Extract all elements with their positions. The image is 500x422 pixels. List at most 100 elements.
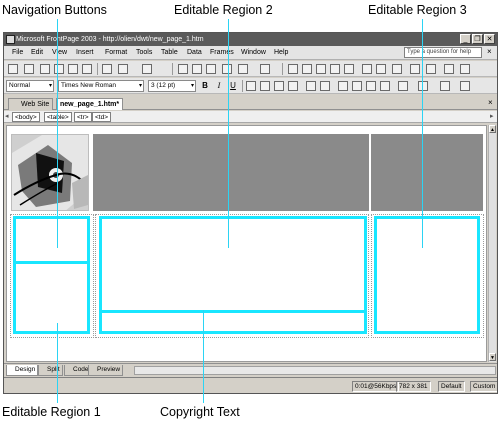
web-component-icon[interactable] [288,64,298,74]
increase-font-icon[interactable] [306,81,316,91]
font-color-icon[interactable] [440,81,450,91]
tab-web-site[interactable]: Web Site [8,98,54,110]
bold-button[interactable]: B [200,81,210,91]
quick-tag-body[interactable]: <body> [12,112,40,122]
download-time: 0:01@56Kbps [352,381,400,392]
vertical-scrollbar[interactable]: ▲ ▼ [488,125,496,362]
copy-icon[interactable] [192,64,202,74]
menu-insert[interactable]: Insert [76,48,94,58]
align-center-icon[interactable] [260,81,270,91]
preview-icon[interactable] [102,64,112,74]
logo-image [11,134,89,211]
spelling-icon[interactable] [118,64,128,74]
decrease-indent-icon[interactable] [366,81,376,91]
toolbar-options-icon[interactable] [460,81,470,91]
underline-button[interactable]: U [228,81,238,91]
open-icon[interactable] [24,64,34,74]
toolbar-options-icon[interactable] [460,64,470,74]
help-icon[interactable] [444,64,454,74]
header-right-cell [371,134,483,211]
callout-editable-region-1: Editable Region 1 [2,405,101,419]
stop-icon[interactable] [392,64,402,74]
refresh-icon[interactable] [376,64,386,74]
tab-preview[interactable]: Preview [88,365,124,376]
menu-data[interactable]: Data [187,48,202,58]
font-dropdown[interactable]: Times New Roman ▾ [58,80,144,92]
scroll-down-icon[interactable]: ▼ [489,353,496,361]
font-size-value: 3 (12 pt) [151,82,176,89]
tab-split[interactable]: Split [38,365,63,376]
minimize-button[interactable]: _ [460,34,471,44]
print-icon[interactable] [82,64,92,74]
bullets-icon[interactable] [352,81,362,91]
toolbar-separator [242,80,243,92]
publish-icon[interactable] [68,64,78,74]
toolbar-separator [97,63,98,75]
design-pane[interactable] [6,125,487,362]
close-tab-icon[interactable]: × [488,98,493,107]
menu-format[interactable]: Format [105,48,127,58]
highlight-icon[interactable] [418,81,428,91]
menu-tools[interactable]: Tools [136,48,152,58]
research-icon[interactable] [142,64,152,74]
leader-editable-region-2 [228,19,229,248]
ask-question-field[interactable]: Type a question for help [404,47,482,58]
status-mode-default[interactable]: Default [438,381,465,392]
font-size-dropdown[interactable]: 3 (12 pt) ▾ [148,80,196,92]
search-icon[interactable] [54,64,64,74]
style-dropdown[interactable]: Normal ▾ [6,80,54,92]
menu-edit[interactable]: Edit [31,48,43,58]
close-button[interactable]: ✕ [484,34,495,44]
menu-view[interactable]: View [52,48,67,58]
editable-region-2[interactable] [99,216,367,334]
restore-button[interactable]: ❐ [472,34,483,44]
cut-icon[interactable] [178,64,188,74]
increase-indent-icon[interactable] [380,81,390,91]
document-close-icon[interactable]: × [487,47,492,56]
quick-tag-td[interactable]: <td> [92,112,112,122]
borders-icon[interactable] [398,81,408,91]
chevron-left-icon[interactable]: ◂ [5,112,9,120]
scroll-up-icon[interactable]: ▲ [489,125,496,133]
quick-tag-tr[interactable]: <tr> [74,112,92,122]
format-painter-icon[interactable] [222,64,232,74]
callout-copyright-text: Copyright Text [160,405,240,419]
chevron-right-icon[interactable]: ▸ [490,112,494,120]
numbering-icon[interactable] [338,81,348,91]
style-value: Normal [9,82,30,89]
leader-editable-region-1 [57,323,58,403]
insert-table-icon[interactable] [302,64,312,74]
menu-window[interactable]: Window [241,48,266,58]
undo-icon[interactable] [238,64,248,74]
insert-picture-icon[interactable] [330,64,340,74]
title-bar[interactable]: Microsoft FrontPage 2003 - http://olien/… [4,33,497,46]
tab-design[interactable]: Design [6,365,39,376]
menu-help[interactable]: Help [274,48,288,58]
drawing-icon[interactable] [344,64,354,74]
frontpage-window: Microsoft FrontPage 2003 - http://olien/… [3,32,498,394]
decrease-font-icon[interactable] [320,81,330,91]
menu-table[interactable]: Table [161,48,178,58]
align-left-icon[interactable] [246,81,256,91]
navigation-buttons-divider [15,261,88,264]
page-dimensions[interactable]: 782 x 381 [396,381,431,392]
editable-region-1[interactable] [13,216,90,334]
redo-icon[interactable] [260,64,270,74]
layer-icon[interactable] [426,64,436,74]
show-all-icon[interactable] [410,64,420,74]
save-icon[interactable] [40,64,50,74]
align-right-icon[interactable] [274,81,284,91]
tab-new-page[interactable]: new_page_1.htm* [56,98,124,110]
editable-region-3[interactable] [374,216,480,334]
status-mode-custom[interactable]: Custom [470,381,497,392]
toolbar-separator [172,63,173,75]
new-page-icon[interactable] [8,64,18,74]
italic-button[interactable]: I [214,81,224,91]
menu-frames[interactable]: Frames [210,48,234,58]
justify-icon[interactable] [288,81,298,91]
insert-layer-icon[interactable] [316,64,326,74]
paste-icon[interactable] [206,64,216,74]
menu-file[interactable]: File [12,48,23,58]
horizontal-scrollbar[interactable] [134,366,496,375]
hyperlink-icon[interactable] [362,64,372,74]
